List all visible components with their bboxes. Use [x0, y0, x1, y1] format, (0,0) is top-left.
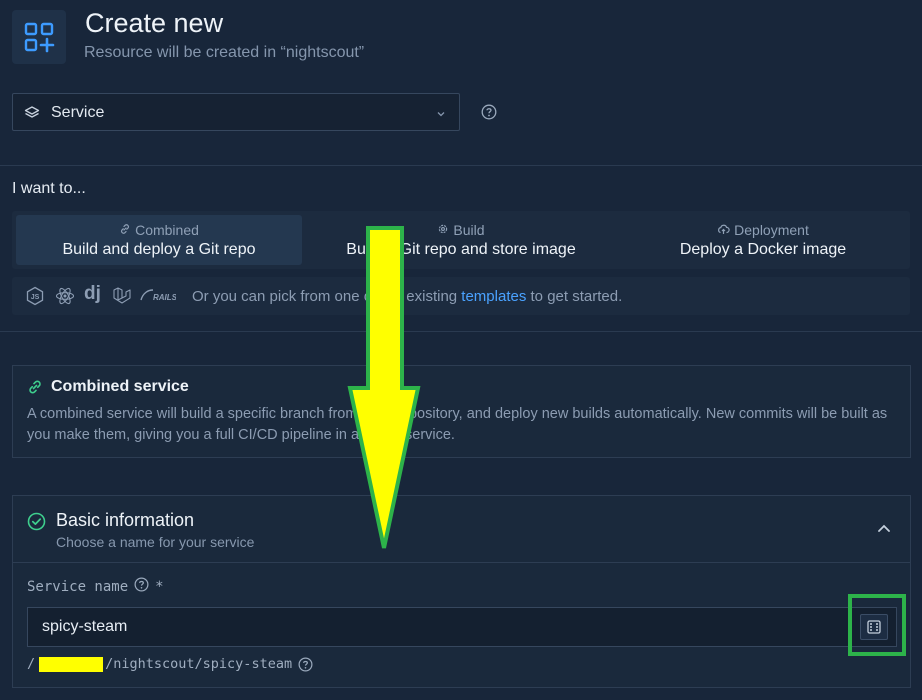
link-icon [27, 379, 43, 400]
combined-service-info: Combined service A combined service will… [12, 365, 911, 458]
create-new-page: Create new Resource will be created in “… [0, 0, 922, 700]
tab-category: Combined [135, 222, 199, 238]
service-name-label: Service name * [27, 577, 164, 596]
chevron-up-icon[interactable] [876, 520, 892, 541]
tab-combined[interactable]: Combined Build and deploy a Git repo [16, 215, 302, 265]
cloud-upload-icon [717, 222, 730, 238]
tab-category: Deployment [734, 222, 809, 238]
info-title: Combined service [51, 378, 189, 395]
section-divider [0, 331, 922, 332]
required-mark: * [155, 578, 164, 595]
chevron-down-icon [435, 107, 447, 125]
intent-tabs: Combined Build and deploy a Git repo Bui… [12, 211, 910, 269]
page-title: Create new [85, 8, 224, 38]
intent-label: I want to... [12, 180, 86, 197]
service-name-input[interactable]: spicy-steam [27, 607, 897, 647]
gear-icon [437, 222, 449, 238]
section-divider [0, 165, 922, 166]
info-text: A combined service will build a specific… [27, 406, 888, 443]
link-icon [119, 222, 131, 238]
resource-type-select[interactable]: Service [12, 93, 460, 131]
rails-icon[interactable]: RAILS [140, 287, 178, 308]
page-subtitle: Resource will be created in “nightscout” [84, 44, 365, 61]
tab-build[interactable]: Build Build a Git repo and store image [318, 215, 604, 265]
tab-category: Build [453, 222, 485, 238]
templates-bar: JS dj RAILS Or you can pick from one of … [12, 277, 910, 315]
svg-text:JS: JS [31, 294, 40, 301]
service-path: / /nightscout/spicy-steam [27, 656, 313, 672]
tab-deployment[interactable]: Deployment Deploy a Docker image [620, 215, 906, 265]
panel-header[interactable]: Basic information Choose a name for your… [13, 496, 910, 563]
nodejs-icon[interactable]: JS [25, 286, 45, 311]
rails-text: RAILS [153, 293, 176, 302]
apps-icon [12, 10, 66, 64]
field-label-text: Service name [27, 578, 129, 595]
django-icon[interactable]: dj [84, 283, 101, 305]
basic-information-panel: Basic information Choose a name for your… [12, 495, 911, 688]
path-suffix: /nightscout/spicy-steam [105, 656, 293, 672]
help-icon[interactable] [481, 104, 497, 125]
path-prefix: / [27, 656, 36, 672]
templates-prefix: Or you can pick from one of our existing [192, 288, 462, 305]
tab-label: Build a Git repo and store image [346, 241, 576, 258]
panel-title: Basic information [56, 510, 195, 530]
layers-icon [24, 105, 40, 126]
react-icon[interactable] [55, 286, 75, 311]
tab-label: Build and deploy a Git repo [62, 241, 256, 258]
help-icon[interactable] [298, 657, 313, 672]
panel-subtitle: Choose a name for your service [56, 534, 255, 550]
templates-suffix: to get started. [526, 288, 623, 305]
annotation-highlight-box [848, 594, 906, 656]
templates-hint: Or you can pick from one of our existing… [192, 288, 622, 305]
check-circle-icon [27, 512, 46, 536]
help-icon[interactable] [134, 577, 149, 596]
redaction-highlight [39, 656, 104, 672]
service-name-value: spicy-steam [42, 618, 128, 635]
laravel-icon[interactable] [112, 286, 132, 311]
templates-link[interactable]: templates [461, 288, 526, 305]
tab-label: Deploy a Docker image [679, 241, 847, 258]
resource-type-value: Service [51, 104, 105, 121]
